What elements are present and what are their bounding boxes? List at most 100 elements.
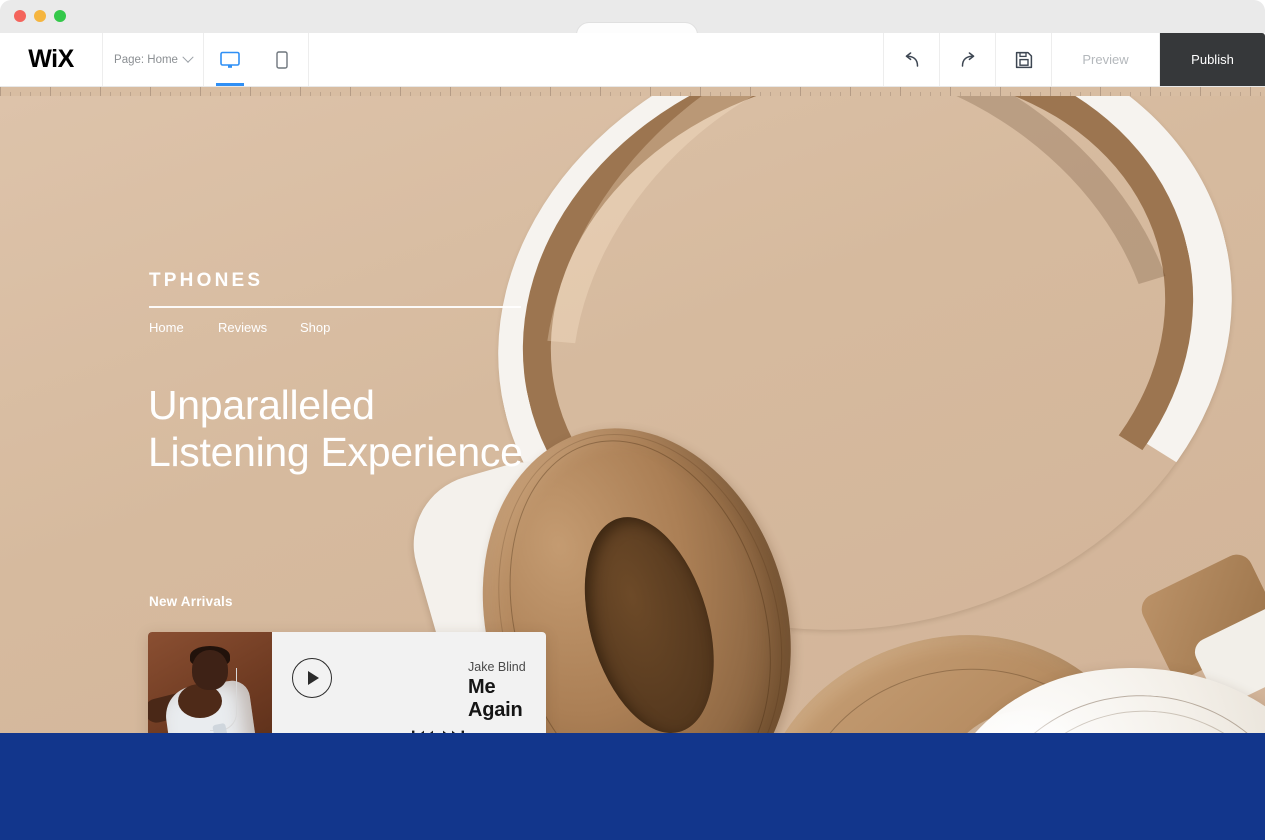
ruler-tick-minor xyxy=(940,92,941,96)
desktop-icon xyxy=(220,51,240,68)
ruler-tick-major xyxy=(850,87,851,96)
ruler-tick-minor xyxy=(1030,92,1031,96)
editor-toolbar: WiX Page: Home Preview Publish xyxy=(0,33,1265,87)
music-player-card[interactable]: Jake Blind Me Again xyxy=(148,632,546,733)
ruler-tick-minor xyxy=(1180,92,1181,96)
ruler-tick-major xyxy=(550,87,551,96)
redo-icon xyxy=(961,51,974,67)
ruler-tick-major xyxy=(1000,87,1001,96)
close-window-button[interactable] xyxy=(14,10,26,22)
new-arrivals-label: New Arrivals xyxy=(149,594,233,609)
ruler-tick-minor xyxy=(80,92,81,96)
ruler-tick-minor xyxy=(1190,92,1191,96)
ruler-tick-major xyxy=(500,87,501,96)
velo-code-panel[interactable]: $w("#addToCartButton").onClick(async () … xyxy=(0,733,1265,840)
ruler-tick-minor xyxy=(20,92,21,96)
toolbar-spacer xyxy=(309,33,884,86)
preview-button[interactable]: Preview xyxy=(1052,33,1160,86)
wix-logo[interactable]: WiX xyxy=(0,33,103,86)
ruler-tick-minor xyxy=(670,92,671,96)
ruler-tick-minor xyxy=(970,92,971,96)
ruler-tick-minor xyxy=(130,92,131,96)
ruler-tick-minor xyxy=(920,92,921,96)
ruler-tick-minor xyxy=(110,92,111,96)
ruler-tick-minor xyxy=(660,92,661,96)
minimize-window-button[interactable] xyxy=(34,10,46,22)
ruler-tick-minor xyxy=(120,92,121,96)
ruler-tick-minor xyxy=(960,92,961,96)
ruler-tick-minor xyxy=(30,92,31,96)
ruler-tick-minor xyxy=(890,92,891,96)
nav-item-shop[interactable]: Shop xyxy=(300,320,360,335)
ruler-tick-minor xyxy=(140,92,141,96)
ruler-tick-minor xyxy=(310,92,311,96)
ruler-tick-major xyxy=(1250,87,1251,96)
ruler-tick-minor xyxy=(1080,92,1081,96)
hero-section: TPHONES Home Reviews Shop Unparalleled L… xyxy=(0,96,1265,733)
page-selector-label: Page: Home xyxy=(114,53,178,66)
ruler-tick-major xyxy=(1100,87,1101,96)
ruler-tick-minor xyxy=(420,92,421,96)
ruler-tick-minor xyxy=(320,92,321,96)
canvas-ruler[interactable] xyxy=(0,86,1265,96)
ruler-tick-major xyxy=(1200,87,1201,96)
viewport-switcher xyxy=(204,33,309,86)
ruler-tick-minor xyxy=(160,92,161,96)
ruler-tick-minor xyxy=(1120,92,1121,96)
ruler-tick-minor xyxy=(690,92,691,96)
ruler-tick-major xyxy=(600,87,601,96)
ruler-tick-minor xyxy=(260,92,261,96)
ruler-tick-minor xyxy=(570,92,571,96)
save-button[interactable] xyxy=(996,33,1052,86)
ruler-tick-minor xyxy=(720,92,721,96)
ruler-tick-minor xyxy=(330,92,331,96)
redo-button[interactable] xyxy=(940,33,996,86)
mobile-view-button[interactable] xyxy=(267,33,297,86)
page-selector[interactable]: Page: Home xyxy=(103,33,204,86)
ruler-tick-minor xyxy=(90,92,91,96)
nav-item-reviews[interactable]: Reviews xyxy=(218,320,300,335)
ruler-tick-minor xyxy=(470,92,471,96)
ruler-tick-major xyxy=(950,87,951,96)
publish-button[interactable]: Publish xyxy=(1160,33,1265,86)
ruler-tick-minor xyxy=(610,92,611,96)
ruler-tick-minor xyxy=(510,92,511,96)
nav-item-home[interactable]: Home xyxy=(149,320,218,335)
header-divider xyxy=(149,306,521,308)
hero-headline: Unparalleled Listening Experience xyxy=(148,382,523,475)
ruler-tick-minor xyxy=(380,92,381,96)
ruler-tick-minor xyxy=(60,92,61,96)
ruler-tick-minor xyxy=(870,92,871,96)
ruler-tick-minor xyxy=(640,92,641,96)
ruler-tick-minor xyxy=(520,92,521,96)
play-button[interactable] xyxy=(292,658,332,698)
ruler-tick-minor xyxy=(990,92,991,96)
ruler-tick-minor xyxy=(530,92,531,96)
ruler-tick-minor xyxy=(170,92,171,96)
ruler-tick-minor xyxy=(10,92,11,96)
ruler-tick-minor xyxy=(360,92,361,96)
desktop-view-button[interactable] xyxy=(215,33,245,86)
ruler-tick-minor xyxy=(190,92,191,96)
ruler-tick-major xyxy=(350,87,351,96)
ruler-tick-minor xyxy=(1020,92,1021,96)
maximize-window-button[interactable] xyxy=(54,10,66,22)
traffic-lights xyxy=(14,10,66,22)
ruler-tick-minor xyxy=(860,92,861,96)
ruler-tick-minor xyxy=(490,92,491,96)
ruler-tick-minor xyxy=(790,92,791,96)
ruler-tick-minor xyxy=(430,92,431,96)
ruler-tick-major xyxy=(750,87,751,96)
ruler-tick-minor xyxy=(370,92,371,96)
ruler-tick-minor xyxy=(630,92,631,96)
ruler-tick-minor xyxy=(230,92,231,96)
undo-button[interactable] xyxy=(884,33,940,86)
headphones-product-image xyxy=(397,96,1265,733)
ruler-tick-major xyxy=(650,87,651,96)
site-logo[interactable]: TPHONES xyxy=(149,270,263,292)
ruler-tick-major xyxy=(100,87,101,96)
ruler-tick-minor xyxy=(1230,92,1231,96)
site-canvas[interactable]: TPHONES Home Reviews Shop Unparalleled L… xyxy=(0,96,1265,840)
ruler-tick-minor xyxy=(810,92,811,96)
ruler-tick-minor xyxy=(560,92,561,96)
